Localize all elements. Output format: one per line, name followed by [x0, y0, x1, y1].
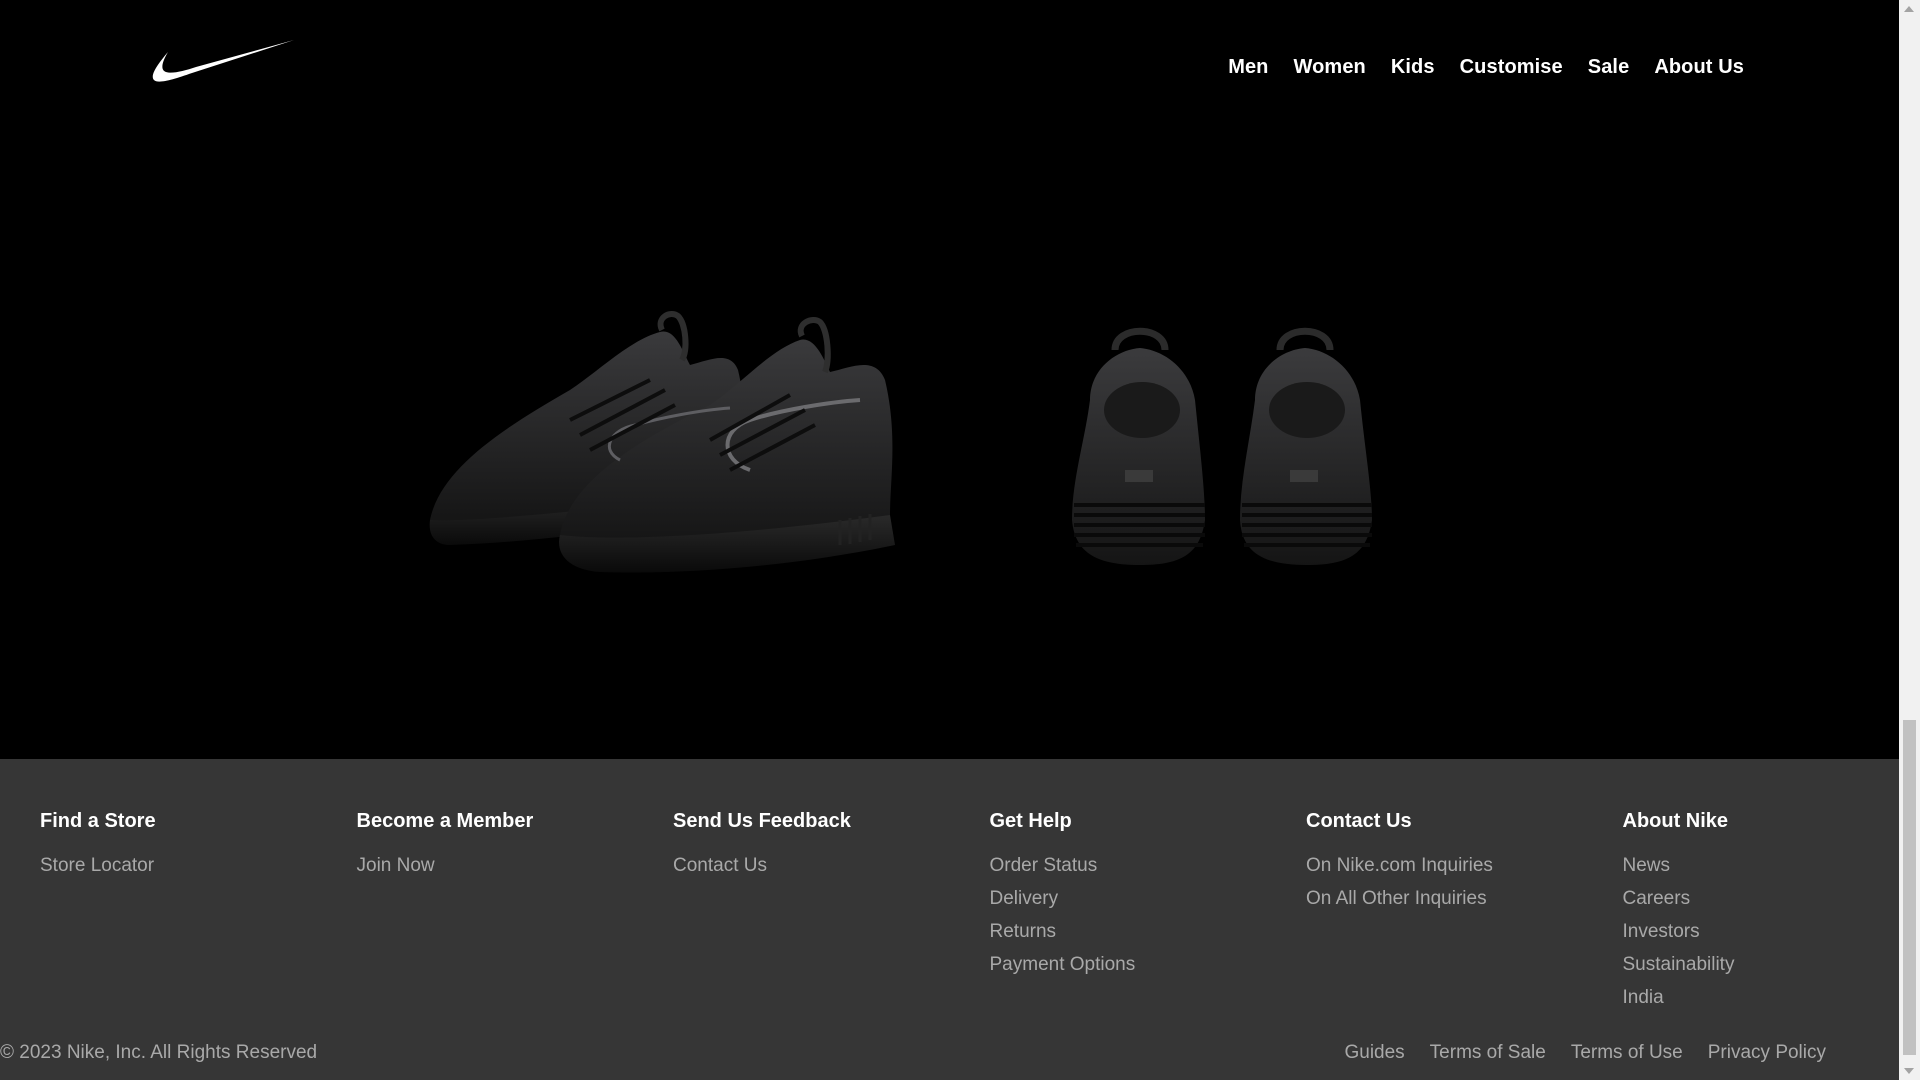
footer-link[interactable]: Sustainability [1623, 948, 1900, 981]
footer-heading[interactable]: Find a Store [40, 811, 357, 831]
shoe-pair-side-view [429, 310, 895, 573]
nav-about-us[interactable]: About Us [1654, 56, 1744, 79]
footer-link[interactable]: Contact Us [673, 849, 990, 882]
footer-link[interactable]: On All Other Inquiries [1306, 882, 1623, 915]
shoe-pair-back-view [1072, 327, 1372, 565]
footer-heading[interactable]: Contact Us [1306, 811, 1623, 831]
main-nav: Men Women Kids Customise Sale About Us [1228, 56, 1744, 79]
nav-customise[interactable]: Customise [1460, 56, 1563, 79]
page: Men Women Kids Customise Sale About Us F… [0, 0, 1899, 1080]
footer-col-become-a-member: Become a Member Join Now [357, 811, 674, 1014]
footer-link[interactable]: Order Status [990, 849, 1307, 882]
nav-men[interactable]: Men [1228, 56, 1268, 79]
footer-col-get-help: Get Help Order Status Delivery Returns P… [990, 811, 1307, 1014]
footer-heading[interactable]: Get Help [990, 811, 1307, 831]
vertical-scrollbar[interactable] [1899, 0, 1920, 1080]
legal-link-terms-of-use[interactable]: Terms of Use [1571, 1042, 1683, 1064]
footer-link[interactable]: Store Locator [40, 849, 357, 882]
nike-swoosh-logo[interactable] [152, 40, 294, 86]
footer-col-send-feedback: Send Us Feedback Contact Us [673, 811, 990, 1014]
hero-section [0, 250, 1899, 590]
footer-link[interactable]: News [1623, 849, 1900, 882]
footer-link[interactable]: On Nike.com Inquiries [1306, 849, 1623, 882]
footer-heading[interactable]: About Nike [1623, 811, 1900, 831]
legal-link-terms-of-sale[interactable]: Terms of Sale [1430, 1042, 1546, 1064]
footer-link[interactable]: India [1623, 981, 1900, 1014]
footer-link[interactable]: Join Now [357, 849, 674, 882]
footer-link[interactable]: Investors [1623, 915, 1900, 948]
footer-col-about-nike: About Nike News Careers Investors Sustai… [1623, 811, 1900, 1014]
legal-link-privacy-policy[interactable]: Privacy Policy [1708, 1042, 1826, 1064]
footer-link[interactable]: Delivery [990, 882, 1307, 915]
footer-heading[interactable]: Become a Member [357, 811, 674, 831]
footer-columns: Find a Store Store Locator Become a Memb… [40, 811, 1899, 1014]
scroll-up-arrow-icon[interactable] [1904, 6, 1914, 12]
nav-kids[interactable]: Kids [1391, 56, 1435, 79]
footer-link[interactable]: Payment Options [990, 948, 1307, 981]
copyright-text: © 2023 Nike, Inc. All Rights Reserved [0, 1042, 318, 1063]
scroll-down-arrow-icon[interactable] [1904, 1068, 1914, 1074]
legal-link-guides[interactable]: Guides [1344, 1042, 1404, 1064]
footer-col-contact-us: Contact Us On Nike.com Inquiries On All … [1306, 811, 1623, 1014]
site-footer: Find a Store Store Locator Become a Memb… [0, 759, 1899, 1080]
footer-link[interactable]: Returns [990, 915, 1307, 948]
nav-women[interactable]: Women [1294, 56, 1366, 79]
legal-links: Guides Terms of Sale Terms of Use Privac… [1344, 1042, 1826, 1064]
footer-link[interactable]: Careers [1623, 882, 1900, 915]
scrollbar-thumb[interactable] [1903, 720, 1916, 1055]
footer-col-find-a-store: Find a Store Store Locator [40, 811, 357, 1014]
nav-sale[interactable]: Sale [1588, 56, 1630, 79]
footer-heading[interactable]: Send Us Feedback [673, 811, 990, 831]
